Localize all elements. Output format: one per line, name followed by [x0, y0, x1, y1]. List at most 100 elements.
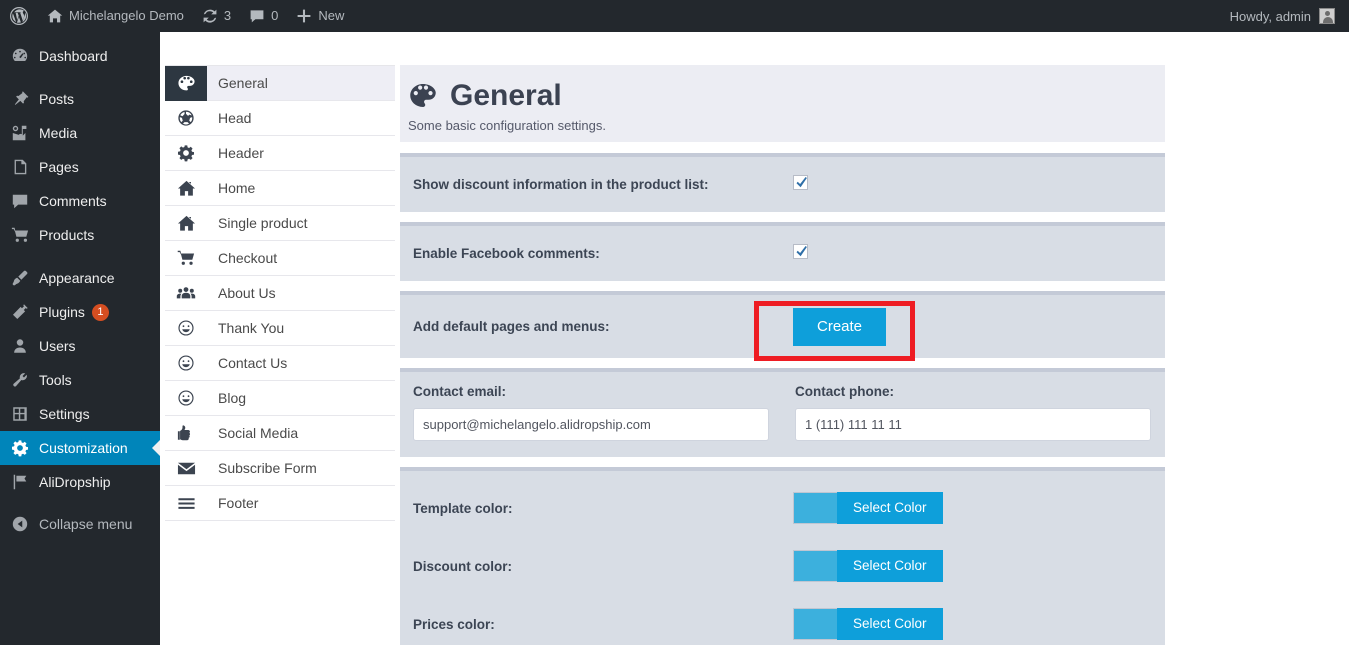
new-content-button[interactable]: New — [287, 0, 353, 32]
subnav-item-contact-us[interactable]: Contact Us — [165, 346, 395, 381]
plugins-update-badge: 1 — [91, 303, 109, 321]
sidebar-label: Customization — [39, 440, 128, 456]
facebook-row: Enable Facebook comments: — [400, 226, 1165, 281]
subnav-label: Head — [218, 109, 252, 126]
prices-color-swatch[interactable] — [793, 608, 837, 640]
wordpress-logo-icon — [9, 6, 29, 26]
default-pages-row: Add default pages and menus: Create — [400, 295, 1165, 358]
template-select-color-button[interactable]: Select Color — [837, 492, 943, 524]
sidebar-item-settings[interactable]: Settings — [0, 397, 160, 431]
sidebar-label: Appearance — [39, 270, 115, 286]
sidebar-label: Products — [39, 227, 95, 243]
sidebar-item-comments[interactable]: Comments — [0, 184, 160, 218]
facebook-checkbox[interactable] — [793, 243, 808, 259]
prices-color-label: Prices color: — [413, 616, 495, 632]
sidebar-item-media[interactable]: Media — [0, 116, 160, 150]
subnav-label: Home — [218, 179, 256, 196]
sidebar-item-pages[interactable]: Pages — [0, 150, 160, 184]
sidebar-item-customization[interactable]: Customization — [0, 431, 160, 465]
discount-setting-panel: Show discount information in the product… — [400, 153, 1165, 212]
cart-icon — [165, 241, 207, 276]
account-menu[interactable]: Howdy, admin — [1230, 8, 1349, 24]
dashboard-icon — [10, 46, 30, 66]
subnav-label: Checkout — [218, 249, 278, 266]
subnav-item-thank-you[interactable]: Thank You — [165, 311, 395, 346]
discount-select-color-button[interactable]: Select Color — [837, 550, 943, 582]
discount-color-control: Select Color — [793, 550, 943, 582]
colors-panel: Template color: Select Color Discount co… — [400, 467, 1165, 645]
wordpress-logo-button[interactable] — [0, 0, 38, 32]
sidebar-item-users[interactable]: Users — [0, 329, 160, 363]
sidebar-item-alidropship[interactable]: AliDropship — [0, 465, 160, 499]
contact-phone-input[interactable] — [795, 408, 1151, 441]
contact-fields: Contact email: Contact phone: — [413, 384, 1152, 441]
sidebar-label: Users — [39, 338, 76, 354]
subnav-label: Header — [218, 144, 264, 161]
subnav-item-checkout[interactable]: Checkout — [165, 241, 395, 276]
updates-count: 3 — [223, 8, 232, 23]
contact-email-input[interactable] — [413, 408, 769, 441]
discount-checkbox-wrap — [793, 174, 808, 195]
subnav-item-general[interactable]: General — [165, 65, 395, 101]
howdy-label: Howdy, admin — [1229, 8, 1311, 24]
prices-color-control: Select Color — [793, 608, 943, 640]
discount-color-swatch[interactable] — [793, 550, 837, 582]
sidebar-separator — [0, 73, 160, 82]
sidebar-label: Posts — [39, 91, 75, 107]
site-name-menu[interactable]: Michelangelo Demo — [38, 0, 193, 32]
globe-icon — [165, 101, 207, 136]
subnav-item-subscribe-form[interactable]: Subscribe Form — [165, 451, 395, 486]
subnav-label: Social Media — [218, 424, 299, 441]
template-color-swatch[interactable] — [793, 492, 837, 524]
sidebar-label: Settings — [39, 406, 90, 422]
plus-icon — [296, 8, 312, 24]
prices-select-color-button[interactable]: Select Color — [837, 608, 943, 640]
subnav-item-about-us[interactable]: About Us — [165, 276, 395, 311]
group-icon — [165, 276, 207, 311]
template-color-label: Template color: — [413, 500, 513, 516]
template-color-control: Select Color — [793, 492, 943, 524]
subnav-label: Single product — [218, 214, 308, 231]
sidebar-item-collapse-menu[interactable]: Collapse menu — [0, 507, 160, 541]
create-button[interactable]: Create — [793, 307, 887, 346]
discount-color-row: Discount color: Select Color — [413, 537, 1152, 595]
sidebar-label: Tools — [39, 372, 72, 388]
sidebar-item-dashboard[interactable]: Dashboard — [0, 39, 160, 73]
facebook-checkbox-wrap — [793, 243, 808, 264]
subnav-item-footer[interactable]: Footer — [165, 486, 395, 521]
subnav-item-social-media[interactable]: Social Media — [165, 416, 395, 451]
palette-icon — [165, 65, 207, 101]
pin-icon — [10, 89, 30, 109]
collapse-icon — [10, 514, 30, 534]
facebook-setting-panel: Enable Facebook comments: — [400, 222, 1165, 281]
comment-bubble-icon — [249, 8, 265, 24]
facebook-label: Enable Facebook comments: — [413, 246, 600, 261]
subnav-label: General — [218, 74, 268, 91]
new-label: New — [318, 8, 345, 23]
subnav-item-single-product[interactable]: Single product — [165, 206, 395, 241]
sidebar-item-appearance[interactable]: Appearance — [0, 261, 160, 295]
contact-panel: Contact email: Contact phone: — [400, 368, 1165, 457]
sidebar-item-tools[interactable]: Tools — [0, 363, 160, 397]
comments-button[interactable]: 0 — [240, 0, 287, 32]
discount-label: Show discount information in the product… — [413, 177, 709, 192]
subnav-item-head[interactable]: Head — [165, 101, 395, 136]
sidebar-separator — [0, 252, 160, 261]
discount-color-label: Discount color: — [413, 558, 513, 574]
subnav-item-header[interactable]: Header — [165, 136, 395, 171]
sidebar-label: Dashboard — [39, 48, 108, 64]
updates-button[interactable]: 3 — [193, 0, 240, 32]
subnav-item-blog[interactable]: Blog — [165, 381, 395, 416]
subnav-item-home[interactable]: Home — [165, 171, 395, 206]
avatar — [1319, 8, 1335, 24]
plugin-icon — [10, 302, 30, 322]
sidebar-item-products[interactable]: Products — [0, 218, 160, 252]
sidebar-item-posts[interactable]: Posts — [0, 82, 160, 116]
sidebar-item-plugins[interactable]: Plugins 1 — [0, 295, 160, 329]
envelope-icon — [165, 451, 207, 486]
contact-email-field-group: Contact email: — [413, 384, 769, 441]
discount-checkbox[interactable] — [793, 174, 808, 190]
comment-icon — [10, 191, 30, 211]
palette-icon — [408, 81, 438, 111]
customization-nav: General Head Header Home Single product — [165, 65, 395, 521]
